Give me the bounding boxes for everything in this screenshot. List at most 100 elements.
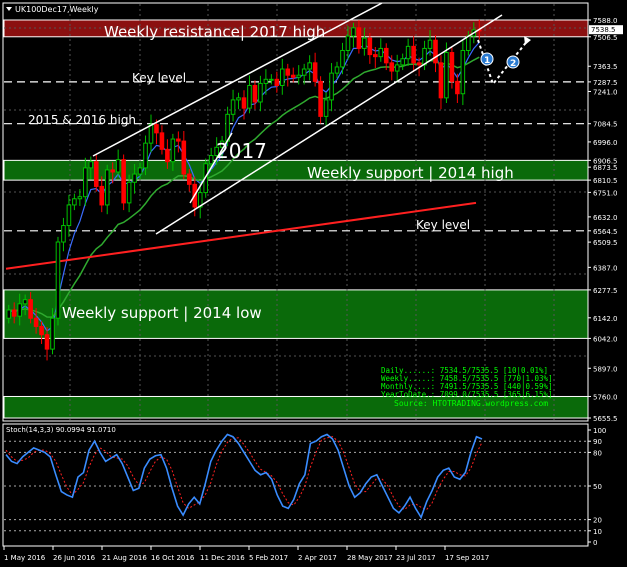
candle-body <box>33 317 39 327</box>
stoch-label: Stoch(14,3,3) 90.0994 91.0710 <box>6 426 116 434</box>
candle-body <box>132 173 137 183</box>
candle-body <box>170 138 176 163</box>
candle-body <box>208 155 214 165</box>
candle-body <box>50 317 55 350</box>
candle-body <box>159 132 165 150</box>
candle-body <box>400 58 405 66</box>
candle-body <box>28 299 33 319</box>
candle-body <box>17 303 22 317</box>
candle-body <box>55 241 61 319</box>
candle-body <box>230 99 236 115</box>
price-axis: 7588.0 7506.5 7363.5 7287.57241.0 7084.5 6996… <box>588 17 623 423</box>
candle-body <box>405 45 411 60</box>
candle-body <box>39 325 44 336</box>
candle-body <box>165 148 170 163</box>
price-tick-label: 6810.5 <box>593 177 618 185</box>
candle-body <box>389 62 395 72</box>
key-level-bottom-label: Key level <box>416 218 470 232</box>
candle-body <box>110 169 115 173</box>
stoch-tick-label: 100 <box>593 427 606 435</box>
candle-body <box>148 124 154 144</box>
stoch-tick-label: 10 <box>593 528 602 536</box>
candle-body <box>181 140 187 175</box>
candle-body <box>11 309 17 317</box>
price-tick-label: 5897.0 <box>593 365 618 373</box>
marker-2-label: 2 <box>510 59 516 69</box>
time-tick-label: 26 Jun 2016 <box>53 554 96 562</box>
candle-body <box>269 78 274 81</box>
candle-body <box>312 62 318 82</box>
candle-body <box>99 185 105 206</box>
candle-body <box>263 78 269 84</box>
stoch-tick-label: 90 <box>593 438 602 446</box>
candle-body <box>104 169 110 206</box>
candle-body <box>258 82 263 103</box>
price-tick-label: 6751.0 <box>593 189 618 197</box>
price-tick-label: 5655.5 <box>593 415 618 423</box>
price-tick-label: 7506.5 <box>593 34 618 42</box>
candle-body <box>176 138 181 142</box>
price-tick-label: 7363.5 <box>593 63 618 71</box>
candle-body <box>323 99 329 117</box>
price-tick-label: 6509.5 <box>593 239 618 247</box>
candle-body <box>438 62 444 99</box>
candle-body <box>77 196 83 200</box>
stoch-panel-frame <box>2 423 589 547</box>
candle-body <box>241 97 247 109</box>
candle-body <box>252 84 258 103</box>
candle-body <box>383 47 389 64</box>
year-label: 2017 <box>216 139 267 163</box>
candle-body <box>290 74 296 78</box>
candle-body <box>466 35 471 51</box>
window-title: UK100Dec17,Weekly <box>15 5 99 14</box>
price-tick-label: 5760.0 <box>593 393 618 401</box>
time-tick-label: 2 Apr 2017 <box>298 554 337 562</box>
candle-body <box>334 66 340 74</box>
candle-body <box>22 299 28 305</box>
price-tick-label: 6277.5 <box>593 287 618 295</box>
candle-body <box>274 78 280 86</box>
price-tick-label: 7588.0 <box>593 17 618 25</box>
candle-body <box>301 68 307 76</box>
candle-body <box>394 64 400 72</box>
price-tick-label: 7241.0 <box>593 88 618 96</box>
candle-body <box>154 124 159 134</box>
candle-body <box>143 142 148 169</box>
price-tick-label: 6387.0 <box>593 264 618 272</box>
marker-1-label: 1 <box>484 56 490 66</box>
candle-body <box>247 84 252 109</box>
time-tick-label: 11 Dec 2016 <box>200 554 245 562</box>
candle-body <box>61 225 66 243</box>
stoch-tick-label: 80 <box>593 449 602 457</box>
time-tick-label: 16 Oct 2016 <box>151 554 195 562</box>
time-tick-label: 23 Jul 2017 <box>396 554 436 562</box>
candle-body <box>455 80 460 95</box>
candle-body <box>444 52 449 99</box>
candle-body <box>72 198 77 206</box>
candle-body <box>44 334 50 350</box>
candle-body <box>340 49 345 68</box>
candle-body <box>367 37 373 56</box>
price-tick-label: 6873.5 <box>593 164 618 172</box>
key-level-top-label: Key level <box>132 71 186 85</box>
candle-body <box>449 52 455 82</box>
candle-body <box>121 159 126 204</box>
time-tick-label: 17 Sep 2017 <box>445 554 489 562</box>
main-chart-frame <box>2 2 589 422</box>
candle-body <box>186 173 192 185</box>
support-low-label: Weekly support | 2014 low <box>62 304 262 322</box>
candle-body <box>6 309 12 319</box>
time-axis: 1 May 2016 26 Jun 2016 21 Aug 2016 16 Oct 2… <box>3 546 489 562</box>
candle-body <box>318 80 323 117</box>
candle-body <box>285 68 291 76</box>
candle-body <box>460 49 466 95</box>
candle-body <box>66 204 72 227</box>
candle-body <box>279 68 285 86</box>
candle-body <box>115 159 121 173</box>
candle-body <box>88 161 94 169</box>
price-tick-label: 6042.0 <box>593 335 618 343</box>
candle-body <box>378 47 384 58</box>
candle-body <box>362 37 367 49</box>
stoch-tick-label: 50 <box>593 483 602 491</box>
resistance-label: Weekly resistance| 2017 high <box>104 23 325 41</box>
